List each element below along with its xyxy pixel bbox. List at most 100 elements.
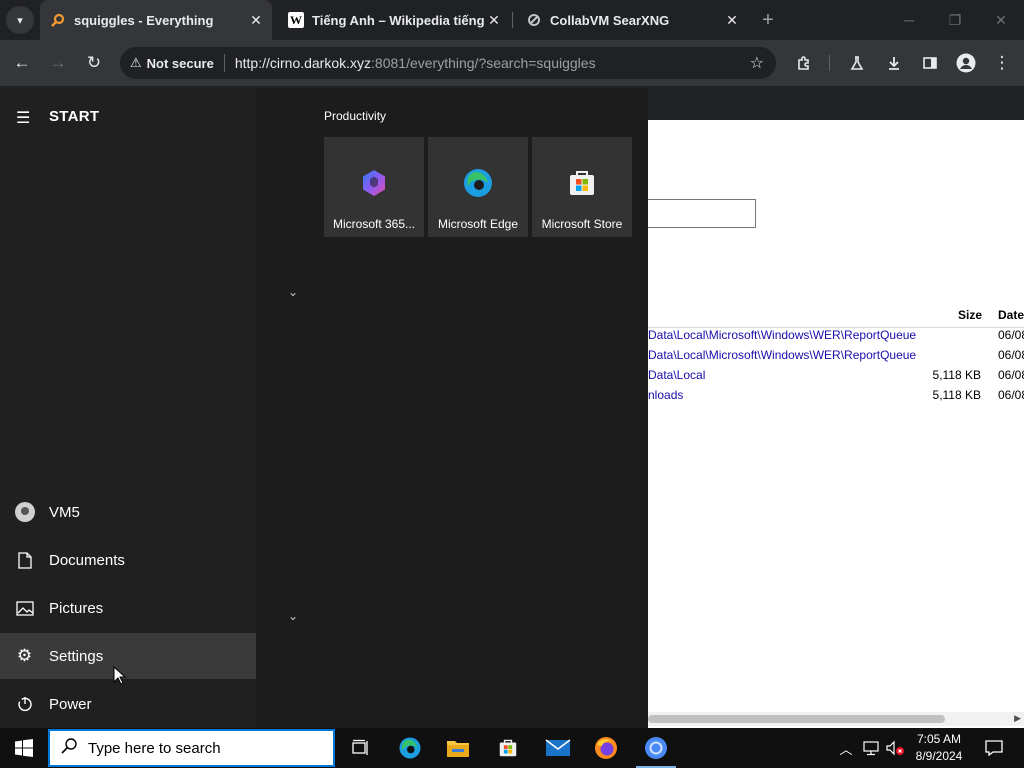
toolbar-divider [829,55,830,71]
taskbar-file-explorer[interactable] [434,728,482,768]
volume-muted-icon[interactable] [884,728,906,768]
edge-icon [462,167,494,199]
profile-avatar-icon[interactable] [952,49,980,77]
folder-icon [447,741,469,757]
close-tab-icon[interactable]: ✕ [722,10,742,30]
back-button[interactable]: ← [8,49,36,77]
user-name: VM5 [49,503,80,521]
search-placeholder: Type here to search [88,739,221,757]
tab-searxng[interactable]: CollabVM SearXNG ✕ [516,0,748,40]
result-path-link[interactable]: Data\Local [648,368,705,382]
tab-title: Tiếng Anh – Wikipedia tiếng Việt [312,12,484,28]
close-window-icon[interactable]: ✕ [978,0,1024,40]
side-panel-icon[interactable] [916,49,944,77]
result-date: 06/08 [998,388,1024,402]
expand-group-chevron-icon[interactable]: ⌄ [288,285,298,299]
taskbar-store[interactable] [484,728,532,768]
tile-microsoft-edge[interactable]: Microsoft Edge [428,137,528,237]
store-icon [566,167,598,199]
bookmark-star-icon[interactable]: ☆ [750,53,764,73]
size-column-header[interactable]: Size [958,308,982,322]
expand-group-chevron-icon[interactable]: ⌄ [288,609,298,623]
download-icon[interactable] [880,49,908,77]
start-item-pictures[interactable]: Pictures [0,585,256,631]
tab-title: squiggles - Everything [74,12,214,28]
start-menu-sidebar: ☰ START VM5 Documents Pictures ⚙ Setting… [0,88,256,728]
result-size: 5,118 KB [932,368,981,382]
start-item-label: Pictures [49,599,104,617]
start-item-documents[interactable]: Documents [0,537,256,583]
tile-label: Microsoft Store [541,217,623,231]
taskbar-mail[interactable] [534,728,582,768]
start-menu-title: START [49,108,100,125]
edge-icon [399,737,421,759]
user-avatar-icon [14,502,35,522]
taskbar-firefox[interactable] [582,728,630,768]
result-date: 06/08 [998,348,1024,362]
start-item-label: Settings [49,647,104,665]
firefox-icon [595,737,617,759]
tab-wikipedia[interactable]: W Tiếng Anh – Wikipedia tiếng Việt ✕ [278,0,510,40]
url-text[interactable]: http://cirno.darkok.xyz:8081/everything/… [235,55,596,71]
start-item-label: Documents [49,551,125,569]
magnifier-favicon-icon [50,12,66,28]
start-button[interactable] [0,728,48,768]
forward-arrow-icon: → [49,53,67,72]
clock-time: 7:05 AM [916,732,962,746]
mail-icon [545,739,571,756]
microsoft-365-icon [358,167,390,199]
task-view-button[interactable] [336,728,384,768]
close-tab-icon[interactable]: ✕ [246,10,266,30]
extensions-icon[interactable] [790,49,818,77]
result-size: 5,118 KB [932,388,981,402]
taskbar-chrome[interactable] [632,728,680,768]
labs-flask-icon[interactable] [843,49,871,77]
scroll-right-arrow-icon[interactable]: ▶ [1014,713,1021,724]
start-item-power[interactable]: Power [0,681,256,727]
store-icon [499,739,517,757]
scrollbar-thumb[interactable] [648,715,945,723]
date-column-header[interactable]: Date [998,308,1024,322]
start-user-account[interactable]: VM5 [0,489,256,535]
show-hidden-icons-chevron-icon[interactable]: ︿ [836,728,856,768]
tab-everything[interactable]: squiggles - Everything ✕ [40,0,272,40]
result-path-link[interactable]: nloads [648,388,683,402]
horizontal-scrollbar[interactable]: ▶ [648,712,1024,726]
browser-toolbar: ← → ↻ ⚠ Not secure http://cirno.darkok.x… [0,40,1024,86]
reload-button[interactable]: ↻ [80,49,108,77]
tile-group-title: Productivity [324,109,387,123]
tab-search-button[interactable]: ▾ [6,6,34,34]
start-item-settings[interactable]: ⚙ Settings [0,633,256,679]
search-icon [60,737,78,760]
mouse-cursor-icon [113,666,127,685]
windows-logo-icon [15,739,33,757]
taskbar: Type here to search ︿ 7:05 AM 8/9/2024 [0,728,1024,768]
start-item-label: Power [49,695,92,713]
document-icon [0,551,49,569]
menu-kebab-icon[interactable]: ⋮ [988,49,1016,77]
address-bar[interactable]: ⚠ Not secure http://cirno.darkok.xyz:808… [120,47,776,79]
system-clock[interactable]: 7:05 AM 8/9/2024 [906,731,972,765]
tab-divider [512,12,513,28]
tile-microsoft-365[interactable]: Microsoft 365... [324,137,424,237]
hamburger-menu-icon[interactable]: ☰ [16,108,30,128]
taskbar-search-box[interactable]: Type here to search [48,729,335,767]
network-icon[interactable] [860,728,882,768]
tile-label: Microsoft 365... [332,217,416,231]
result-path-link[interactable]: Data\Local\Microsoft\Windows\WER\ReportQ… [648,328,916,342]
wikipedia-favicon-icon: W [288,12,304,28]
taskbar-edge[interactable] [386,728,434,768]
new-tab-button[interactable]: + [756,8,780,32]
searxng-favicon-icon [526,12,542,28]
tile-microsoft-store[interactable]: Microsoft Store [532,137,632,237]
result-path-link[interactable]: Data\Local\Microsoft\Windows\WER\ReportQ… [648,348,916,362]
close-tab-icon[interactable]: ✕ [484,10,504,30]
tab-title: CollabVM SearXNG [550,12,670,28]
reload-icon: ↻ [86,53,102,72]
chevron-down-icon: ▾ [17,14,23,27]
security-label[interactable]: Not secure [147,56,214,71]
restore-icon[interactable]: ❐ [932,0,978,40]
notification-center-button[interactable] [976,728,1012,768]
minimize-icon[interactable]: ─ [886,0,932,40]
forward-button[interactable]: → [44,49,72,77]
